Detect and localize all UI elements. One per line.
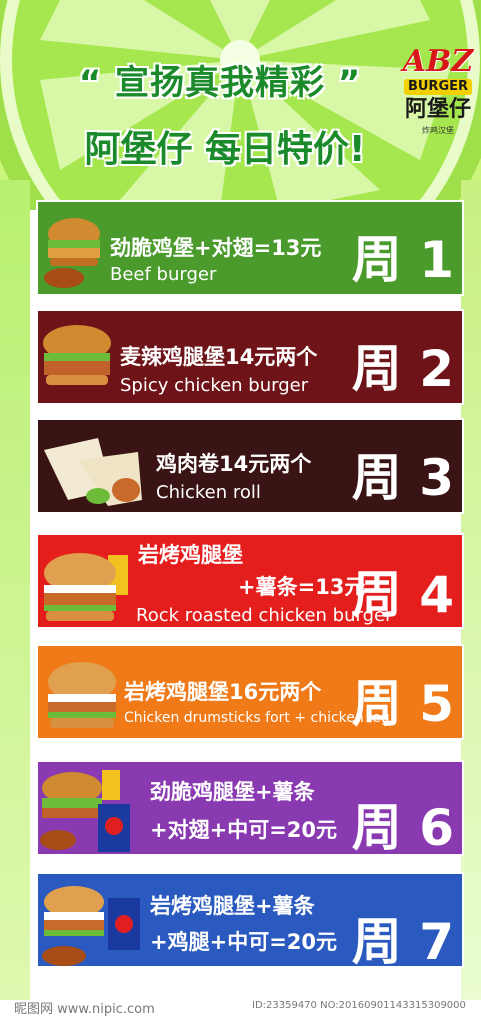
menu-row-friday: 岩烤鸡腿堡16元两个 Chicken drumsticks fort + chi… (36, 644, 464, 740)
watermark-left: 昵图网 www.nipic.com (14, 1002, 155, 1017)
right-green-strip (461, 180, 481, 1000)
menu-row-wednesday: 鸡肉卷14元两个 Chicken roll 周 3 (36, 418, 464, 514)
item-name-cn-line2: +对翅+中可=20元 (150, 818, 338, 842)
item-name-en: Chicken roll (156, 482, 261, 503)
item-name-cn: 岩烤鸡腿堡16元两个 (124, 680, 322, 704)
item-name-cn: 麦辣鸡腿堡14元两个 (120, 345, 318, 369)
menu-row-monday: 劲脆鸡堡+对翅=13元 Beef burger 周 1 (36, 200, 464, 296)
weekday-label: 周 7 (351, 913, 454, 971)
item-name-cn-line2: +薯条=13元 (238, 575, 366, 599)
rock-roasted-burger-image (48, 662, 116, 728)
weekday-label: 周 3 (351, 449, 454, 507)
logo-burger-text: BURGER (404, 79, 472, 95)
weekday-label: 周 4 (351, 566, 454, 624)
logo-chinese-name: 阿堡仔 (404, 97, 471, 122)
slogan-line-2: 阿堡仔 每日特价! (84, 129, 366, 170)
weekday-label: 周 1 (351, 231, 454, 289)
item-name-cn-line1: 岩烤鸡腿堡 (138, 543, 243, 567)
combo-meal-drumstick-image (42, 886, 140, 966)
item-name-cn-line1: 劲脆鸡腿堡+薯条 (150, 780, 315, 804)
item-name-en: Spicy chicken burger (120, 375, 309, 396)
burger-with-wings-image (44, 218, 100, 288)
spicy-chicken-burger-image (43, 325, 111, 385)
watermark-id: ID:23359470 NO:20160901143315309000 (252, 1000, 466, 1011)
item-name-en: Beef burger (110, 264, 217, 285)
item-name-en: Chicken drumsticks fort + chicken leg (124, 710, 390, 726)
item-name-cn: 鸡肉卷14元两个 (156, 452, 312, 476)
menu-row-saturday: 劲脆鸡腿堡+薯条 +对翅+中可=20元 周 6 (36, 760, 464, 857)
logo-abz-text: ABZ (402, 44, 474, 79)
item-name-cn: 劲脆鸡堡+对翅=13元 (110, 236, 322, 260)
abz-logo: ABZ BURGER 阿堡仔 炸鸡汉堡 (400, 45, 476, 170)
item-name-cn-line2: +鸡腿+中可=20元 (150, 930, 338, 954)
watermark-footer: 昵图网 www.nipic.com ID:23359470 NO:2016090… (0, 988, 481, 1024)
burger-and-fries-image (44, 553, 128, 621)
weekday-label: 周 2 (351, 340, 454, 398)
menu-row-sunday: 岩烤鸡腿堡+薯条 +鸡腿+中可=20元 周 7 (36, 872, 464, 971)
item-name-cn-line1: 岩烤鸡腿堡+薯条 (150, 894, 315, 918)
chicken-roll-image (44, 438, 142, 506)
weekday-label: 周 5 (351, 675, 454, 733)
weekday-label: 周 6 (351, 799, 454, 857)
menu-row-thursday: 岩烤鸡腿堡 +薯条=13元 Rock roasted chicken burge… (36, 533, 464, 629)
logo-subtitle: 炸鸡汉堡 (422, 126, 454, 135)
menu-row-tuesday: 麦辣鸡腿堡14元两个 Spicy chicken burger 周 2 (36, 309, 464, 405)
slogan-line-1: “ 宣扬真我精彩 ” (78, 63, 362, 103)
left-green-strip (0, 180, 30, 1000)
combo-meal-image (40, 770, 130, 852)
